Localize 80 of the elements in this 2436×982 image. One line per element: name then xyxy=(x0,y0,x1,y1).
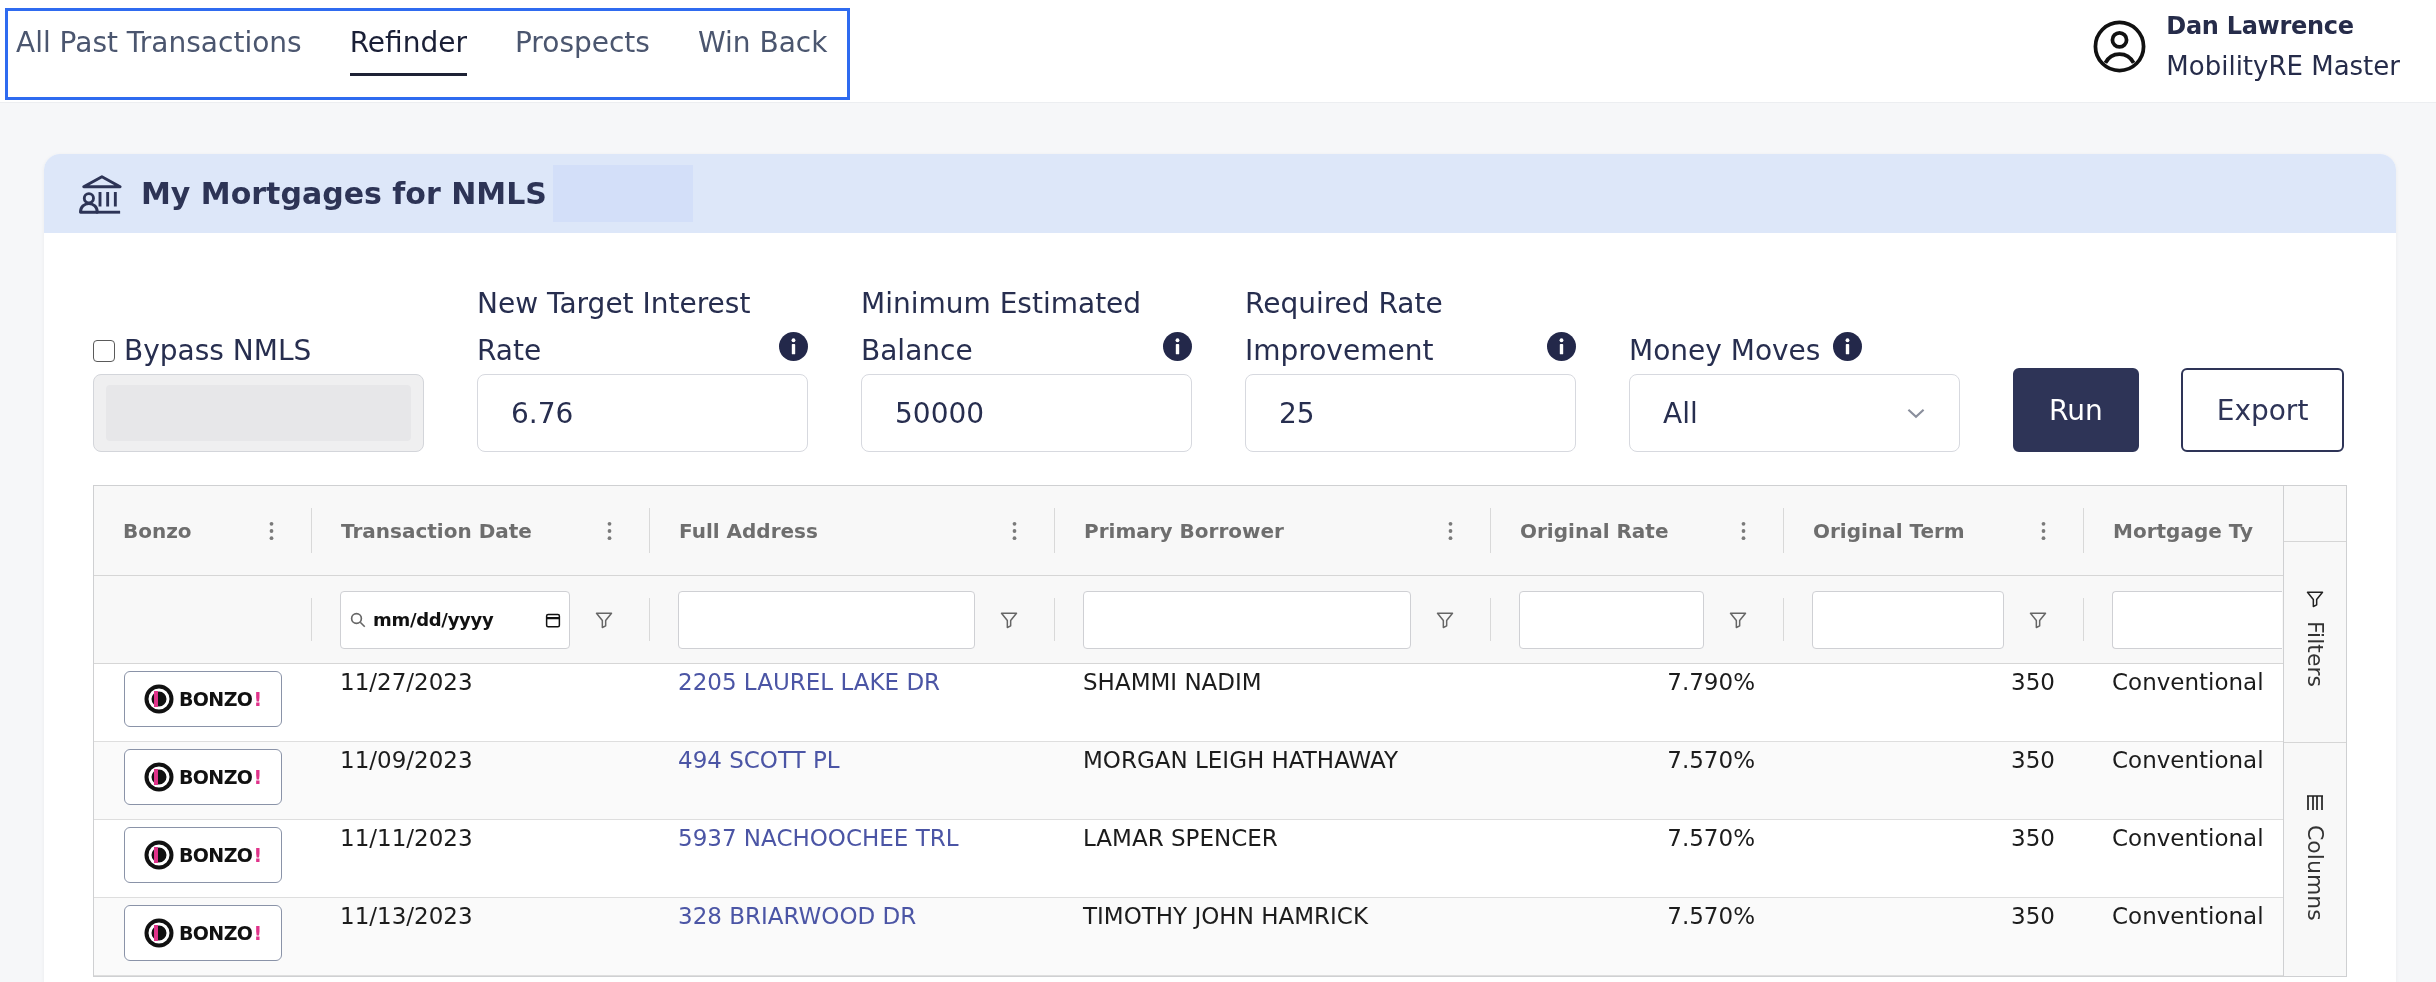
table-cell-text: 11/13/2023 xyxy=(339,902,474,931)
address-link[interactable]: 328 BRIARWOOD DR xyxy=(678,903,917,929)
table-cell-text: SHAMMI NADIM xyxy=(1082,668,1263,697)
export-button[interactable]: Export xyxy=(2180,368,2345,452)
text-field[interactable]: 6.76 xyxy=(477,374,808,452)
table-cell-text: 11/11/2023 xyxy=(339,824,474,853)
table-cell-text: 350 xyxy=(2010,746,2056,775)
address-link[interactable]: 2205 LAUREL LAKE DR xyxy=(678,669,941,695)
column-header[interactable]: Full Address xyxy=(679,518,818,543)
user-avatar-icon[interactable] xyxy=(2093,19,2147,73)
address-link[interactable]: 5937 NACHOOCHEE TRL xyxy=(678,825,959,851)
nav-tab[interactable]: Win Back xyxy=(697,11,828,76)
filter-icon xyxy=(2305,589,2325,609)
filter-field[interactable] xyxy=(1083,590,1411,649)
bonzo-button[interactable]: BONZO! xyxy=(124,905,282,961)
kebab-menu-icon[interactable] xyxy=(607,520,612,541)
bonzo-button[interactable]: BONZO! xyxy=(124,749,282,805)
round-logo-icon xyxy=(143,840,174,870)
info-icon[interactable] xyxy=(1833,332,1863,361)
table-cell-text: TIMOTHY JOHN HAMRICK xyxy=(1082,902,1369,931)
table-cell-text: 350 xyxy=(2010,824,2056,853)
table-cell-text: LAMAR SPENCER xyxy=(1082,824,1279,853)
user-role: MobilityRE Master xyxy=(2166,50,2400,83)
select-field[interactable]: All xyxy=(1629,374,1960,452)
kebab-menu-icon[interactable] xyxy=(1012,520,1017,541)
run-button[interactable]: Run xyxy=(2013,368,2139,452)
table-cell-text: 7.570% xyxy=(1666,824,1756,853)
address-link[interactable]: 494 SCOTT PL xyxy=(678,747,840,773)
table-cell-text: 11/09/2023 xyxy=(339,746,474,775)
kebab-menu-icon[interactable] xyxy=(2041,520,2046,541)
search-icon xyxy=(349,610,367,629)
table-cell-text: 11/27/2023 xyxy=(339,668,474,697)
field-label: Money Moves xyxy=(1629,333,1821,369)
columns-icon xyxy=(2305,793,2325,813)
table-cell-text: 7.570% xyxy=(1666,902,1756,931)
column-header[interactable]: Mortgage Ty xyxy=(2113,518,2254,543)
table-cell-text: MORGAN LEIGH HATHAWAY xyxy=(1082,746,1400,775)
table-cell-text: 7.790% xyxy=(1666,668,1756,697)
kebab-menu-icon[interactable] xyxy=(1741,520,1746,541)
card-title: My Mortgages for NMLS xyxy=(141,176,547,211)
filter-field[interactable] xyxy=(1519,590,1704,649)
checkbox-label[interactable]: Bypass NMLS xyxy=(124,327,312,374)
info-icon[interactable] xyxy=(779,332,808,361)
column-header[interactable]: Original Term xyxy=(1813,518,1965,543)
bonzo-button[interactable]: BONZO! xyxy=(124,671,282,727)
user-name: Dan Lawrence xyxy=(2166,11,2355,42)
round-logo-icon xyxy=(143,684,174,714)
table-cell-text: 7.570% xyxy=(1666,746,1756,775)
nav-tab[interactable]: All Past Transactions xyxy=(16,11,302,76)
table-cell-text: Conventional xyxy=(2111,668,2265,697)
field-label: Required Rate Improvement xyxy=(1245,286,1444,369)
checkbox[interactable] xyxy=(93,339,115,362)
kebab-menu-icon[interactable] xyxy=(1448,520,1453,541)
filter-field[interactable] xyxy=(1812,590,2004,649)
date-filter-field[interactable]: mm/dd/yyyy xyxy=(340,590,570,649)
info-icon[interactable] xyxy=(1547,332,1576,361)
filter-field[interactable] xyxy=(678,590,975,649)
kebab-menu-icon[interactable] xyxy=(269,520,274,541)
bonzo-button[interactable]: BONZO! xyxy=(124,827,282,883)
table-cell-text: Conventional xyxy=(2111,824,2265,853)
text-field[interactable]: 25 xyxy=(1245,374,1576,452)
nav-tab[interactable]: Refinder xyxy=(349,11,467,76)
side-tab[interactable]: Filters xyxy=(2284,542,2346,743)
table-cell-text: 350 xyxy=(2010,668,2056,697)
text-field[interactable]: 50000 xyxy=(861,374,1192,452)
table-cell-text: Conventional xyxy=(2111,746,2265,775)
side-tab[interactable]: Columns xyxy=(2284,743,2346,976)
info-icon[interactable] xyxy=(1163,332,1192,361)
table-cell-text: 350 xyxy=(2010,902,2056,931)
field-label: Minimum Estimated Balance xyxy=(861,286,1143,369)
round-logo-icon xyxy=(143,762,174,792)
column-header[interactable]: Transaction Date xyxy=(341,518,532,543)
round-logo-icon xyxy=(143,918,174,948)
field-label: New Target Interest Rate xyxy=(477,286,752,369)
table-cell-text: Conventional xyxy=(2111,902,2265,931)
column-header[interactable]: Primary Borrower xyxy=(1084,518,1284,543)
column-header[interactable]: Original Rate xyxy=(1520,518,1669,543)
filter-field[interactable] xyxy=(2112,590,2282,649)
nav-tab[interactable]: Prospects xyxy=(514,11,650,76)
column-header[interactable]: Bonzo xyxy=(123,518,192,543)
